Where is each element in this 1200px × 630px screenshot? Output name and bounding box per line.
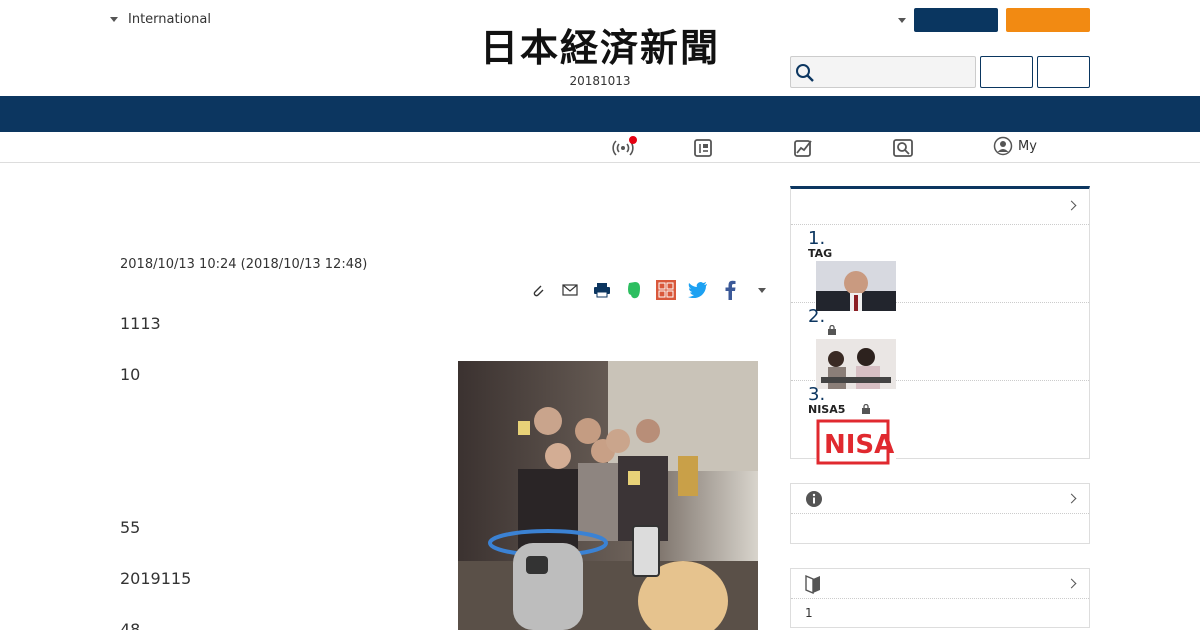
facebook-icon[interactable]	[719, 279, 741, 301]
search-news-icon[interactable]	[892, 137, 914, 159]
article-date: 2018/10/13 10:24 (2018/10/13 12:48)	[120, 257, 368, 272]
ranking-header[interactable]	[791, 189, 1089, 225]
article-photo	[458, 361, 758, 630]
ranking-item[interactable]: 2.	[791, 303, 1089, 389]
info-header[interactable]	[791, 484, 1089, 514]
rank-number: 3.	[808, 384, 826, 405]
more-share-caret-icon[interactable]	[751, 279, 773, 301]
article-paragraph: 2019115	[120, 569, 192, 588]
article-paragraph: 1113	[120, 314, 161, 333]
user-account-icon[interactable]	[993, 136, 1013, 156]
rank-number: 2.	[808, 306, 826, 327]
come-icon[interactable]	[655, 279, 677, 301]
paper-edition-icon[interactable]	[692, 137, 714, 159]
rank-tag: NISA5	[808, 403, 846, 416]
chevron-right-icon	[1066, 578, 1077, 589]
beginner-item[interactable]: 1	[805, 606, 813, 620]
caret-down-icon	[758, 287, 766, 293]
twitter-icon[interactable]	[687, 279, 709, 301]
search-area	[790, 56, 1090, 88]
chevron-right-icon	[1066, 200, 1077, 211]
caret-down-icon	[110, 17, 118, 22]
login-button[interactable]	[980, 56, 1033, 88]
clip-icon[interactable]	[527, 279, 549, 301]
region-label: International	[128, 12, 211, 27]
evernote-icon[interactable]	[623, 279, 645, 301]
masthead[interactable]: 日本経済新聞 20181013	[450, 25, 750, 89]
share-toolbar	[527, 279, 773, 301]
chevron-right-icon	[1066, 493, 1077, 504]
ranking-item[interactable]: 1. TAG	[791, 225, 1089, 311]
main-navbar	[0, 96, 1200, 132]
masthead-title: 日本経済新聞	[479, 25, 720, 70]
svg-text:NISA: NISA	[824, 430, 894, 460]
lock-icon	[828, 325, 836, 335]
info-icon	[806, 491, 822, 507]
ranking-item[interactable]: 3. NISA5 NISA	[791, 381, 1089, 467]
top-buttons	[898, 8, 1090, 32]
beginner-mark-icon	[805, 574, 820, 594]
live-indicator-dot	[629, 136, 637, 144]
trial-button[interactable]	[1006, 8, 1090, 32]
article-paragraph: 10	[120, 365, 141, 384]
ranking-panel: 1. TAG 2. 3. NISA5 NISA	[790, 186, 1090, 467]
masthead-date: 20181013	[569, 74, 631, 88]
search-input[interactable]	[790, 56, 976, 88]
account-caret-icon[interactable]	[898, 17, 906, 23]
register-button[interactable]	[1037, 56, 1090, 88]
beginner-panel: 1	[790, 568, 1090, 628]
rank-number: 1.	[808, 228, 826, 249]
rank-thumbnail: NISA	[816, 417, 896, 467]
info-panel	[790, 483, 1090, 544]
mail-icon[interactable]	[559, 279, 581, 301]
markets-chart-icon[interactable]	[792, 137, 814, 159]
print-icon[interactable]	[591, 279, 613, 301]
search-icon[interactable]	[795, 63, 815, 83]
region-selector[interactable]: International	[110, 12, 211, 27]
subscribe-button[interactable]	[914, 8, 998, 32]
lock-icon	[862, 404, 870, 414]
article-paragraph: 55	[120, 518, 141, 537]
beginner-header[interactable]	[791, 569, 1089, 599]
my-page-label[interactable]: My	[1018, 139, 1037, 154]
article-paragraph: 48	[120, 620, 141, 630]
rank-tag: TAG	[808, 247, 833, 260]
